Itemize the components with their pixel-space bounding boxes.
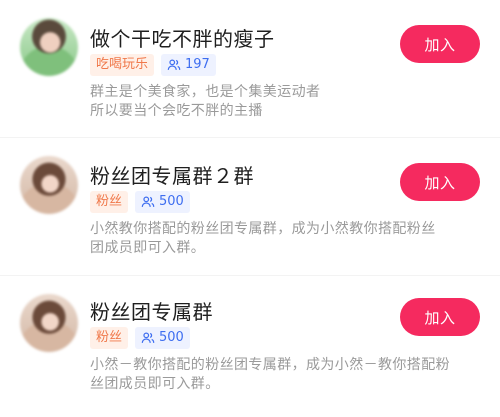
member-count-tag: 500 [135, 327, 190, 349]
group-description-line: 群主是个美食家，也是个集美运动者 [90, 84, 321, 100]
group-description: 小然－教你搭配的粉丝团专属群，成为小然－教你搭配粉 丝团成员即可入群。 [90, 356, 480, 394]
group-description: 小然教你搭配的粉丝团专属群，成为小然教你搭配粉丝 团成员即可入群。 [90, 220, 480, 258]
group-avatar [20, 156, 78, 214]
group-description-line: 小然教你搭配的粉丝团专属群，成为小然教你搭配粉丝 [90, 221, 436, 237]
member-count-tag: 500 [135, 191, 190, 213]
group-name: 粉丝团专属群２群 [90, 164, 254, 188]
group-avatar [20, 18, 78, 76]
member-count: 500 [159, 194, 184, 209]
group-description-line: 所以要当个会吃不胖的主播 [90, 103, 263, 119]
group-avatar [20, 294, 78, 352]
group-list-item[interactable]: 粉丝团专属群２群 粉丝 500 小然教你搭配的粉丝团专属群，成为小然教你搭配粉丝… [0, 138, 500, 276]
group-tags: 粉丝 500 [90, 191, 190, 213]
category-tag: 吃喝玩乐 [90, 54, 155, 76]
group-tags: 粉丝 500 [90, 327, 190, 349]
people-icon [141, 196, 155, 207]
member-count: 500 [159, 330, 184, 345]
join-button[interactable]: 加入 [400, 25, 480, 63]
people-icon [141, 332, 155, 343]
group-list-item[interactable]: 做个干吃不胖的瘦子 吃喝玩乐 197 群主是个美食家，也是个集美运动者 所以要当… [0, 0, 500, 138]
group-description-line: 团成员即可入群。 [90, 240, 206, 256]
group-name: 做个干吃不胖的瘦子 [90, 27, 275, 51]
group-name: 粉丝团专属群 [90, 300, 213, 324]
group-description-line: 小然－教你搭配的粉丝团专属群，成为小然－教你搭配粉 [90, 357, 450, 373]
join-button[interactable]: 加入 [400, 163, 480, 201]
category-tag: 粉丝 [90, 191, 129, 213]
group-list: 做个干吃不胖的瘦子 吃喝玩乐 197 群主是个美食家，也是个集美运动者 所以要当… [0, 0, 500, 417]
group-description-line: 丝团成员即可入群。 [90, 376, 220, 392]
join-button[interactable]: 加入 [400, 298, 480, 336]
member-count: 197 [185, 57, 210, 72]
group-list-item[interactable]: 粉丝团专属群 粉丝 500 小然－教你搭配的粉丝团专属群，成为小然－教你搭配粉 … [0, 276, 500, 414]
people-icon [167, 59, 181, 70]
group-tags: 吃喝玩乐 197 [90, 54, 216, 76]
group-description: 群主是个美食家，也是个集美运动者 所以要当个会吃不胖的主播 [90, 83, 480, 121]
category-tag: 粉丝 [90, 327, 129, 349]
member-count-tag: 197 [161, 54, 216, 76]
